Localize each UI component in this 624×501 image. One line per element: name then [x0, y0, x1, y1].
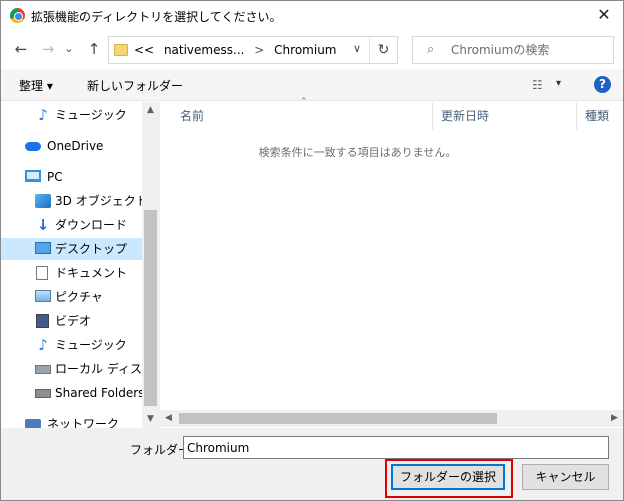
- close-button[interactable]: ✕: [591, 3, 617, 27]
- empty-folder-message: 検索条件に一致する項目はありません。: [258, 146, 457, 159]
- file-list-scrollbar[interactable]: ◀ ▶: [160, 410, 623, 427]
- sidebar-item-onedrive[interactable]: OneDrive: [1, 135, 142, 157]
- column-divider[interactable]: [576, 102, 577, 130]
- scrollbar-thumb[interactable]: [179, 413, 497, 424]
- breadcrumb-overflow[interactable]: <<: [134, 43, 154, 57]
- search-icon: ⌕: [427, 42, 435, 57]
- scroll-left-icon[interactable]: ◀: [160, 410, 177, 427]
- recent-locations-button[interactable]: ⌄: [59, 39, 79, 59]
- file-list-pane: ⌃ 名前 更新日時 種類 検索条件に一致する項目はありません。 ◀ ▶: [159, 97, 623, 428]
- folder-icon: [114, 44, 128, 56]
- address-bar[interactable]: << nativemess... > Chromium ∨ ↻: [108, 36, 398, 64]
- column-header-modified[interactable]: 更新日時: [441, 102, 489, 130]
- sidebar-item-label: ミュージック: [55, 108, 127, 122]
- sidebar-item-shared-folders[interactable]: Shared Folders (\: [1, 382, 157, 404]
- pc-icon: [25, 170, 41, 182]
- column-divider[interactable]: [432, 102, 433, 130]
- sidebar-item-label: ドキュメント: [55, 266, 128, 280]
- sidebar-item-videos[interactable]: ビデオ: [1, 310, 142, 332]
- sidebar-item-pictures[interactable]: ピクチャ: [1, 286, 142, 308]
- new-folder-button[interactable]: 新しいフォルダー: [87, 77, 183, 94]
- chrome-icon: [10, 8, 25, 23]
- select-folder-button[interactable]: フォルダーの選択: [391, 464, 505, 490]
- scroll-right-icon[interactable]: ▶: [606, 410, 623, 427]
- search-input[interactable]: [451, 42, 601, 58]
- sidebar-item-3d-objects[interactable]: 3D オブジェクト: [1, 190, 148, 212]
- sidebar-item-label: ダウンロード: [55, 218, 128, 232]
- scroll-down-icon[interactable]: ▼: [142, 411, 159, 428]
- breadcrumb: << nativemess... > Chromium: [134, 43, 337, 57]
- help-button[interactable]: ?: [594, 76, 611, 93]
- sidebar-item-network[interactable]: ネットワーク: [1, 413, 142, 428]
- download-icon: ↓: [36, 216, 50, 234]
- cloud-icon: [25, 142, 41, 151]
- navigation-row: ← → ⌄ ↑ << nativemess... > Chromium ∨ ↻ …: [1, 31, 623, 69]
- refresh-button[interactable]: ↻: [369, 37, 397, 63]
- breadcrumb-item[interactable]: nativemess...: [158, 43, 245, 57]
- video-icon: [36, 314, 49, 328]
- document-icon: [36, 266, 48, 280]
- chevron-down-icon[interactable]: ∨: [353, 42, 361, 55]
- pictures-icon: [35, 290, 51, 302]
- sort-caret-icon: ⌃: [300, 97, 308, 107]
- up-button[interactable]: ↑: [84, 39, 104, 59]
- cancel-button[interactable]: キャンセル: [522, 464, 609, 490]
- column-header-name[interactable]: 名前: [180, 102, 204, 130]
- sidebar-item-desktop[interactable]: デスクトップ: [1, 238, 142, 260]
- music-icon: ♪: [38, 106, 48, 124]
- sidebar-item-label: 3D オブジェクト: [55, 194, 148, 208]
- nav-pane-scrollbar[interactable]: ▲ ▼: [142, 102, 159, 428]
- back-button[interactable]: ←: [11, 39, 31, 59]
- folder-picker-dialog: 拡張機能のディレクトリを選択してください。 ✕ ← → ⌄ ↑ << nativ…: [0, 0, 624, 501]
- search-box[interactable]: ⌕: [412, 36, 614, 64]
- sidebar-item-label: OneDrive: [47, 139, 104, 153]
- sidebar-item-label: デスクトップ: [55, 242, 128, 256]
- sidebar-item-music[interactable]: ♪ ミュージック: [1, 104, 142, 126]
- dialog-title: 拡張機能のディレクトリを選択してください。: [31, 10, 282, 24]
- music-icon: ♪: [38, 336, 48, 354]
- sidebar-item-label: ミュージック: [55, 338, 127, 352]
- navigation-pane: ♪ ミュージック OneDrive PC 3D オブジェクト ↓ ダウンロード …: [1, 102, 159, 428]
- shared-folder-icon: [35, 389, 51, 398]
- view-dropdown-icon[interactable]: ▾: [556, 78, 561, 89]
- sidebar-item-local-disk[interactable]: ローカル ディスク (C: [1, 358, 159, 380]
- folder-name-input[interactable]: [183, 436, 609, 459]
- forward-button[interactable]: →: [38, 39, 58, 59]
- scroll-up-icon[interactable]: ▲: [142, 102, 159, 119]
- scrollbar-thumb[interactable]: [144, 210, 157, 406]
- command-toolbar: 整理 ▾ 新しいフォルダー ☷ ▾ ?: [1, 69, 623, 101]
- disk-icon: [35, 365, 51, 374]
- column-header-type[interactable]: 種類: [585, 102, 609, 130]
- title-bar: 拡張機能のディレクトリを選択してください。 ✕: [1, 1, 623, 31]
- sidebar-item-label: PC: [47, 170, 63, 184]
- sidebar-item-label: ネットワーク: [47, 417, 120, 428]
- organize-button[interactable]: 整理 ▾: [19, 77, 53, 94]
- sidebar-item-pc[interactable]: PC: [1, 166, 142, 188]
- 3d-objects-icon: [35, 194, 51, 208]
- sidebar-item-documents[interactable]: ドキュメント: [1, 262, 142, 284]
- desktop-icon: [35, 242, 51, 254]
- network-icon: [25, 419, 41, 428]
- dialog-footer: フォルダー: フォルダーの選択 キャンセル: [1, 428, 623, 500]
- sidebar-item-downloads[interactable]: ↓ ダウンロード: [1, 214, 142, 236]
- sidebar-item-label: ピクチャ: [55, 290, 103, 304]
- view-options-icon[interactable]: ☷: [532, 78, 546, 92]
- sidebar-item-music-2[interactable]: ♪ ミュージック: [1, 334, 142, 356]
- sidebar-item-label: ビデオ: [55, 314, 92, 328]
- breadcrumb-separator[interactable]: >: [248, 43, 270, 57]
- breadcrumb-item[interactable]: Chromium: [274, 43, 336, 57]
